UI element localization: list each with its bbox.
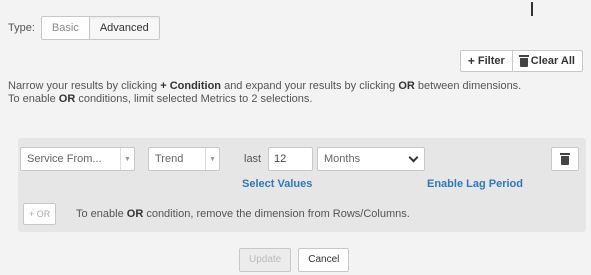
clear-all-button-label: Clear All: [530, 55, 575, 67]
caret-down-icon: ▼: [120, 148, 134, 170]
caret-down-icon: ▼: [205, 148, 219, 170]
help-line-1: Narrow your results by clicking + Condit…: [8, 80, 522, 92]
chevron-down-icon: [402, 148, 424, 170]
type-selector: Type: Basic Advanced: [8, 16, 160, 40]
select-values-link[interactable]: Select Values: [242, 178, 312, 190]
text-cursor: [531, 2, 533, 16]
operator-dropdown-value: Trend: [155, 153, 184, 165]
delete-condition-button[interactable]: [551, 147, 579, 171]
help-text: Narrow your results by clicking + Condit…: [8, 80, 583, 106]
type-advanced-button[interactable]: Advanced: [88, 17, 159, 39]
period-unit-dropdown[interactable]: Months: [317, 147, 425, 171]
trash-icon: [560, 153, 570, 165]
or-condition-note: To enable OR condition, remove the dimen…: [76, 208, 410, 220]
plus-icon: +: [467, 54, 475, 68]
dialog-footer: Update Cancel: [239, 248, 350, 272]
dimension-dropdown[interactable]: Service From... ▼: [20, 147, 135, 171]
type-toggle: Basic Advanced: [40, 16, 160, 40]
type-basic-button[interactable]: Basic: [42, 17, 89, 39]
help-line-2: To enable OR conditions, limit selected …: [8, 93, 313, 105]
type-label: Type:: [8, 22, 35, 34]
filter-button[interactable]: + Filter: [461, 51, 512, 71]
filter-button-label: Filter: [477, 55, 505, 67]
period-unit-value: Months: [324, 153, 361, 165]
last-label: last: [244, 153, 262, 165]
filter-toolbar: + Filter Clear All: [459, 50, 583, 72]
add-or-button[interactable]: + OR: [23, 203, 57, 225]
condition-panel: Service From... ▼ Trend ▼ last Months Se…: [18, 138, 586, 232]
period-number-input[interactable]: [268, 147, 313, 171]
update-button[interactable]: Update: [239, 248, 292, 272]
operator-dropdown[interactable]: Trend ▼: [148, 147, 220, 171]
clear-all-button[interactable]: Clear All: [511, 51, 582, 71]
dimension-dropdown-value: Service From...: [27, 153, 102, 165]
filter-dialog: Type: Basic Advanced + Filter Clear All …: [0, 0, 591, 275]
trash-icon: [518, 54, 529, 67]
cancel-button[interactable]: Cancel: [298, 248, 350, 272]
enable-lag-period-link[interactable]: Enable Lag Period: [427, 178, 523, 190]
